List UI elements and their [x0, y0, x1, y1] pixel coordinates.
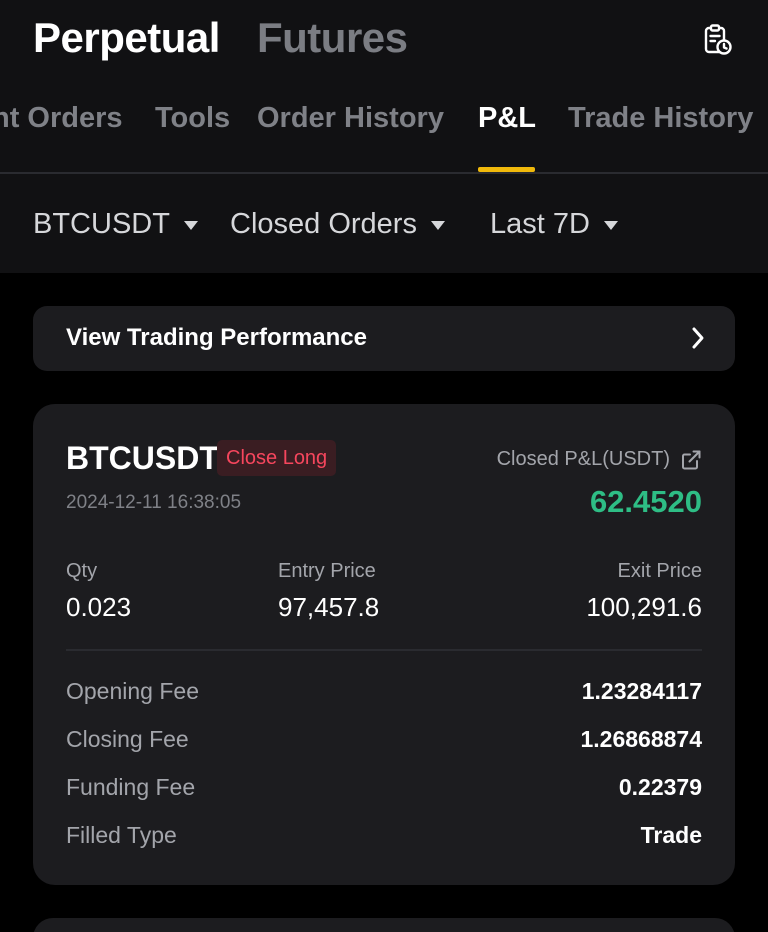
tab-bar: nt Orders Tools Order History P&L Trade …: [0, 96, 768, 172]
closed-pnl-share[interactable]: Closed P&L(USDT): [497, 448, 702, 471]
period-filter-label: Last 7D: [490, 208, 590, 240]
tab-current-orders[interactable]: nt Orders: [0, 102, 123, 135]
card-divider: [66, 649, 702, 651]
fee-value: 1.26868874: [580, 726, 702, 752]
exit-price-value: 100,291.6: [586, 592, 702, 622]
symbol-filter[interactable]: BTCUSDT: [33, 208, 198, 241]
chevron-right-icon: [692, 327, 704, 349]
entry-price-value: 97,457.8: [278, 592, 380, 622]
exit-price-label: Exit Price: [617, 560, 702, 582]
view-trading-performance-button[interactable]: View Trading Performance: [33, 306, 735, 371]
caret-down-icon: [603, 221, 618, 230]
share-icon: [682, 450, 701, 469]
order-type-filter[interactable]: Closed Orders: [230, 208, 445, 241]
opening-fee-row: Opening Fee 1.23284117: [66, 678, 702, 710]
fee-value: 1.23284117: [581, 678, 702, 704]
caret-down-icon: [430, 221, 445, 230]
title-bar: Perpetual Futures: [0, 0, 768, 80]
tab-pnl[interactable]: P&L: [478, 102, 536, 135]
pnl-screen: Perpetual Futures nt Orders Tools Order …: [0, 0, 768, 932]
close-timestamp: 2024-12-11 16:38:05: [66, 492, 242, 513]
qty-value: 0.023: [66, 592, 132, 622]
period-filter[interactable]: Last 7D: [490, 208, 618, 241]
tab-tools[interactable]: Tools: [155, 102, 230, 135]
position-symbol: BTCUSDT: [66, 440, 219, 476]
tab-order-history[interactable]: Order History: [257, 102, 444, 135]
perpetual-tab-title[interactable]: Perpetual: [33, 14, 220, 62]
order-clock-icon[interactable]: [700, 22, 736, 58]
fee-label: Opening Fee: [66, 678, 199, 704]
entry-price-label: Entry Price: [278, 560, 376, 582]
fee-label: Closing Fee: [66, 726, 189, 752]
closing-fee-row: Closing Fee 1.26868874: [66, 726, 702, 758]
order-type-filter-label: Closed Orders: [230, 208, 417, 240]
side-badge: Close Long: [217, 440, 337, 476]
futures-tab-title[interactable]: Futures: [257, 14, 408, 62]
closed-position-card[interactable]: BTCUSDT Close Long 2024-12-11 16:38:05 C…: [33, 404, 735, 885]
next-position-card[interactable]: [33, 918, 735, 932]
fee-value: Trade: [640, 822, 702, 848]
caret-down-icon: [183, 221, 198, 230]
qty-label: Qty: [66, 560, 98, 582]
header-panel: Perpetual Futures nt Orders Tools Order …: [0, 0, 768, 273]
tab-trade-history[interactable]: Trade History: [568, 102, 753, 135]
fee-label: Funding Fee: [66, 774, 196, 800]
filled-type-row: Filled Type Trade: [66, 822, 702, 854]
fee-value: 0.22379: [618, 774, 702, 800]
fee-label: Filled Type: [66, 822, 177, 848]
closed-pnl-value: 62.4520: [589, 484, 702, 519]
performance-label: View Trading Performance: [66, 324, 367, 351]
closed-pnl-label: Closed P&L(USDT): [496, 448, 670, 470]
filter-bar: BTCUSDT Closed Orders Last 7D: [0, 174, 768, 273]
funding-fee-row: Funding Fee 0.22379: [66, 774, 702, 806]
symbol-filter-label: BTCUSDT: [33, 208, 170, 240]
